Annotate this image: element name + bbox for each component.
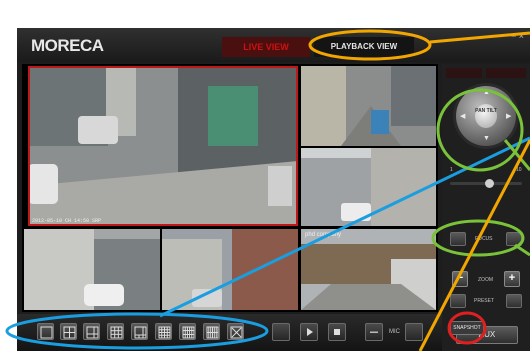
layout-1x1-button[interactable]: [37, 323, 54, 340]
camera-4-scene: [24, 229, 160, 310]
window-controls[interactable]: − ×: [511, 31, 524, 41]
right-arrow-icon[interactable]: ▶: [506, 112, 511, 120]
video-grid: 2012-05-10 CH 14:50 SRP phd company: [22, 64, 438, 312]
app-window: MORECA LIVE VIEW PLAYBACK VIEW − × 2012-…: [17, 28, 530, 351]
stop-icon: [334, 329, 340, 335]
camera-view-3[interactable]: [301, 148, 436, 226]
camera-view-6[interactable]: phd company: [301, 229, 436, 310]
speed-slider-knob[interactable]: [485, 179, 495, 188]
layout-4x4-button[interactable]: [155, 323, 172, 340]
camera-view-1[interactable]: 2012-05-10 CH 14:50 SRP: [28, 66, 298, 226]
tab-live-view[interactable]: LIVE VIEW: [222, 37, 310, 57]
pan-tilt-center: PAN TILT: [475, 104, 497, 128]
zoom-in-button[interactable]: +: [504, 271, 520, 287]
pan-tilt-dial[interactable]: ▲ ▼ ◀ ▶ PAN TILT: [456, 86, 516, 146]
play-button[interactable]: [300, 323, 318, 341]
ptz-tab-2[interactable]: [486, 68, 526, 78]
zoom-label: ZOOM: [478, 277, 493, 283]
mic-up-button[interactable]: [405, 323, 423, 341]
mic-down-button[interactable]: [365, 323, 383, 341]
layout-3x3-button[interactable]: [107, 323, 124, 340]
mic-label: MIC: [389, 329, 400, 335]
bottom-toolbar: MIC: [17, 314, 442, 351]
camera-view-2[interactable]: [301, 66, 436, 146]
speed-max-label: 10: [516, 167, 522, 173]
up-arrow-icon[interactable]: ▲: [483, 89, 490, 96]
snapshot-button[interactable]: SNAPSHOT: [450, 321, 484, 335]
camera-1-info: 2012-05-10 CH 14:50 SRP: [32, 218, 102, 224]
camera-1-scene: [28, 66, 298, 226]
camera-6-scene: [301, 229, 436, 310]
camera-view-5[interactable]: [162, 229, 298, 310]
title-bar: MORECA LIVE VIEW PLAYBACK VIEW − ×: [17, 28, 530, 62]
preset-next-button[interactable]: [506, 294, 522, 308]
tab-playback-view[interactable]: PLAYBACK VIEW: [314, 37, 414, 57]
minus-icon: [370, 331, 378, 333]
focus-plus-button[interactable]: [506, 232, 522, 246]
app-logo: MORECA: [31, 36, 104, 55]
preset-prev-button[interactable]: [450, 294, 466, 308]
layout-2x2-button[interactable]: [60, 323, 77, 340]
speed-min-label: 1: [450, 167, 453, 173]
camera-view-4[interactable]: [24, 229, 160, 310]
zoom-out-button[interactable]: −: [452, 271, 468, 287]
layout-6x6-button[interactable]: [203, 323, 220, 340]
layout-1plus5-button[interactable]: [83, 323, 100, 340]
fullscreen-button[interactable]: [227, 323, 244, 340]
layout-1plus7-button[interactable]: [131, 323, 148, 340]
camera-2-scene: [301, 66, 436, 146]
focus-label: FOCUS: [475, 236, 493, 242]
prev-button[interactable]: [272, 323, 290, 341]
camera-3-scene: [301, 148, 436, 226]
play-icon: [307, 328, 313, 336]
preset-label: PRESET: [474, 298, 495, 304]
layout-5x5-button[interactable]: [179, 323, 196, 340]
ptz-tab-1[interactable]: [446, 68, 482, 78]
focus-minus-button[interactable]: [450, 232, 466, 246]
stop-button[interactable]: [328, 323, 346, 341]
camera-5-scene: [162, 229, 298, 310]
down-arrow-icon[interactable]: ▼: [483, 135, 490, 142]
ptz-panel: ▲ ▼ ◀ ▶ PAN TILT 1 10 FOCUS − ZOOM + PRE…: [442, 64, 530, 351]
left-arrow-icon[interactable]: ◀: [460, 112, 465, 120]
camera-6-name: phd company: [305, 232, 342, 238]
